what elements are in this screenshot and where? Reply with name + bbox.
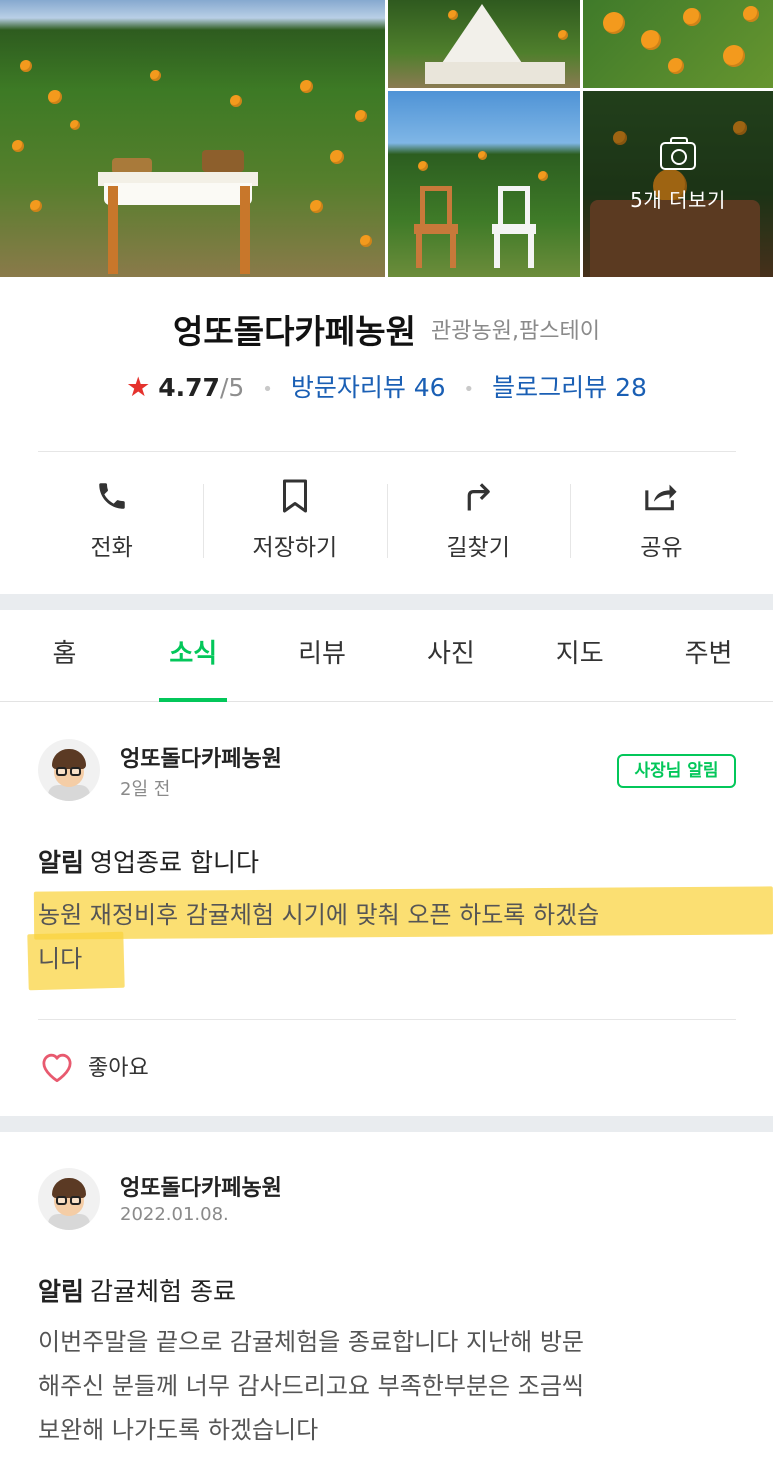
blog-reviews-link[interactable]: 블로그리뷰 28 bbox=[492, 373, 647, 402]
tangerine bbox=[641, 30, 661, 50]
action-bar: 전화 저장하기 길찾기 공유 bbox=[20, 476, 753, 566]
place-category: 관광농원,팜스테이 bbox=[431, 319, 600, 344]
avatar[interactable] bbox=[38, 739, 100, 801]
owner-notice-badge: 사장님 알림 bbox=[617, 754, 736, 788]
share-label: 공유 bbox=[640, 535, 683, 561]
directions-label: 길찾기 bbox=[446, 535, 510, 561]
separator-dot: • bbox=[262, 378, 273, 400]
tab-bar: 홈 소식 리뷰 사진 지도 주변 bbox=[0, 610, 773, 702]
tangerine bbox=[330, 150, 344, 164]
tab-map[interactable]: 지도 bbox=[515, 610, 644, 701]
post-time: 2022.01.08. bbox=[120, 1204, 229, 1225]
post-body-line: 해주신 분들께 너무 감사드리고요 부족한부분은 조금씩 bbox=[38, 1372, 584, 1400]
tangerine bbox=[48, 90, 62, 104]
post-body-line: 이번주말을 끝으로 감귤체험을 종료합니다 지난해 방문 bbox=[38, 1328, 584, 1356]
tangerine bbox=[603, 12, 625, 34]
tangerine bbox=[20, 60, 32, 72]
share-icon bbox=[642, 476, 680, 516]
white-chair bbox=[492, 186, 536, 272]
tab-reviews[interactable]: 리뷰 bbox=[258, 610, 387, 701]
fruit-basket bbox=[202, 150, 244, 172]
post-author[interactable]: 엉또돌다카페농원 bbox=[120, 1170, 282, 1202]
tangerine bbox=[538, 171, 548, 181]
photo-main[interactable] bbox=[0, 0, 385, 277]
divider bbox=[38, 1019, 736, 1020]
post-body: 농원 재정비후 감귤체험 시기에 맞춰 오픈 하도록 하겠습 니다 bbox=[38, 893, 738, 981]
tent-deck bbox=[425, 62, 565, 84]
more-photos-button[interactable]: 5개 더보기 bbox=[583, 91, 773, 277]
tangerine bbox=[355, 110, 367, 122]
star-icon: ★ bbox=[126, 372, 151, 403]
post-title-text: 영업종료 합니다 bbox=[90, 848, 259, 877]
place-name: 엉또돌다카페농원 bbox=[173, 312, 416, 351]
share-button[interactable]: 공유 bbox=[569, 476, 753, 566]
bookmark-icon bbox=[280, 476, 310, 516]
post-body: 이번주말을 끝으로 감귤체험을 종료합니다 지난해 방문 해주신 분들께 너무 … bbox=[38, 1320, 738, 1452]
post-body-line: 농원 재정비후 감귤체험 시기에 맞춰 오픈 하도록 하겠습 bbox=[38, 901, 600, 929]
tablecloth bbox=[104, 183, 252, 205]
post-title-tag: 알림 bbox=[38, 1277, 85, 1306]
tangerine bbox=[230, 95, 242, 107]
tangerine bbox=[30, 200, 42, 212]
tangerine bbox=[668, 58, 684, 74]
tab-news[interactable]: 소식 bbox=[129, 610, 258, 702]
post-body-line: 보완해 나가도록 하겠습니다 bbox=[38, 1416, 319, 1444]
visitor-reviews-link[interactable]: 방문자리뷰 46 bbox=[291, 373, 446, 402]
like-button[interactable]: 좋아요 bbox=[38, 1049, 149, 1083]
like-label: 좋아요 bbox=[88, 1056, 149, 1081]
call-button[interactable]: 전화 bbox=[20, 476, 203, 566]
tangerine bbox=[12, 140, 24, 152]
call-label: 전화 bbox=[90, 535, 133, 561]
place-stats: ★ 4.77/5 • 방문자리뷰 46 • 블로그리뷰 28 bbox=[0, 368, 773, 404]
section-divider bbox=[0, 594, 773, 610]
more-photos-label: 5개 더보기 bbox=[630, 187, 726, 212]
save-label: 저장하기 bbox=[252, 535, 338, 561]
post-title: 알림 감귤체험 종료 bbox=[38, 1272, 236, 1308]
section-divider bbox=[0, 1116, 773, 1132]
tangerine bbox=[558, 30, 568, 40]
post-title: 알림 영업종료 합니다 bbox=[38, 843, 259, 879]
heart-icon bbox=[42, 1053, 72, 1083]
post-author[interactable]: 엉또돌다카페농원 bbox=[120, 741, 282, 773]
post-time: 2일 전 bbox=[120, 779, 171, 800]
photo-tangerines[interactable] bbox=[583, 0, 773, 88]
place-header: 엉또돌다카페농원 관광농원,팜스테이 bbox=[0, 305, 773, 353]
post-title-tag: 알림 bbox=[38, 848, 85, 877]
tangerine bbox=[723, 45, 745, 67]
tangerine bbox=[418, 161, 428, 171]
tangerine bbox=[300, 80, 313, 93]
news-post: 엉또돌다카페농원 2022.01.08. 알림 감귤체험 종료 이번주말을 끝으로… bbox=[0, 1132, 773, 1463]
tab-photos[interactable]: 사진 bbox=[386, 610, 515, 701]
table-leg bbox=[108, 186, 118, 274]
tangerine bbox=[743, 6, 759, 22]
news-post: 엉또돌다카페농원 2일 전 사장님 알림 알림 영업종료 합니다 농원 재정비후 … bbox=[0, 703, 773, 1116]
tangerine bbox=[310, 200, 323, 213]
divider bbox=[38, 451, 736, 452]
tab-home[interactable]: 홈 bbox=[0, 610, 129, 701]
tangerine bbox=[150, 70, 161, 81]
save-button[interactable]: 저장하기 bbox=[203, 476, 386, 566]
post-body-line: 니다 bbox=[38, 945, 83, 973]
directions-icon bbox=[462, 476, 494, 516]
post-title-text: 감귤체험 종료 bbox=[90, 1277, 236, 1306]
camera-icon bbox=[660, 136, 696, 170]
rating-value: 4.77 bbox=[158, 373, 220, 402]
tangerine bbox=[683, 8, 701, 26]
photo-gallery: 5개 더보기 bbox=[0, 0, 773, 277]
tangerine bbox=[360, 235, 372, 247]
wooden-chair bbox=[414, 186, 458, 272]
separator-dot: • bbox=[463, 378, 475, 400]
tangerine bbox=[70, 120, 80, 130]
rating-max: /5 bbox=[219, 373, 245, 402]
avatar[interactable] bbox=[38, 1168, 100, 1230]
tangerine bbox=[478, 151, 487, 160]
table-leg bbox=[240, 186, 250, 274]
directions-button[interactable]: 길찾기 bbox=[386, 476, 570, 566]
phone-icon bbox=[95, 476, 129, 516]
tent bbox=[440, 4, 524, 66]
tab-nearby[interactable]: 주변 bbox=[644, 610, 773, 701]
